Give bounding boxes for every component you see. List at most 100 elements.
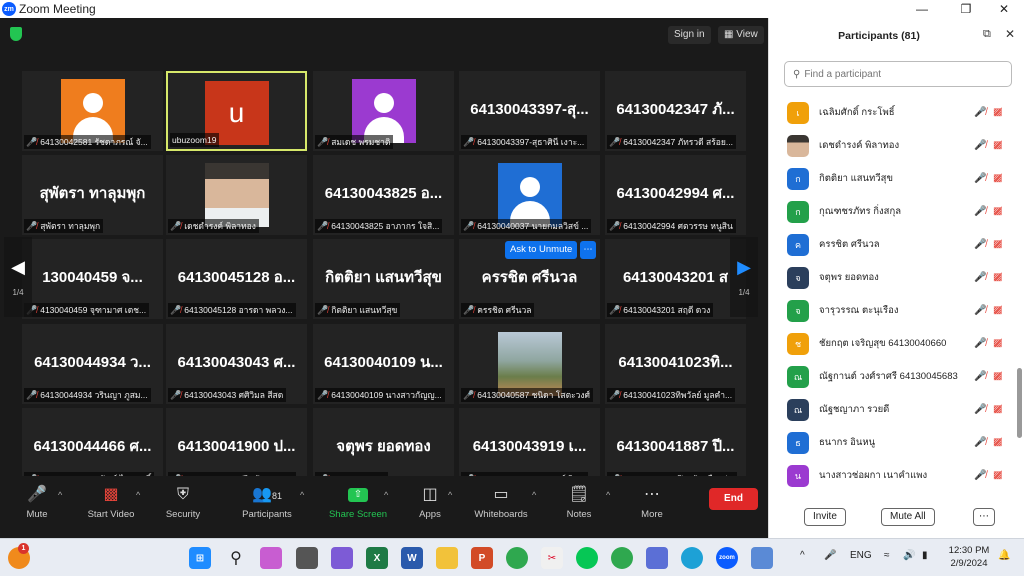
- maximize-button[interactable]: ❐: [948, 0, 984, 18]
- battery-icon[interactable]: ▮: [922, 550, 928, 561]
- video-off-icon[interactable]: ▩̸: [993, 140, 1002, 151]
- muted-mic-icon[interactable]: 🎤̸: [974, 173, 986, 184]
- encryption-shield-icon[interactable]: [10, 27, 22, 41]
- video-tile[interactable]: กิตติยา แสนทวีสุข 🎤̸ กิตติยา แสนทวีสุข: [313, 239, 454, 319]
- end-meeting-button[interactable]: End: [709, 488, 758, 510]
- muted-mic-icon[interactable]: 🎤̸: [974, 437, 986, 448]
- video-off-icon[interactable]: ▩̸: [993, 404, 1002, 415]
- muted-mic-icon[interactable]: 🎤̸: [974, 470, 986, 481]
- weather-icon[interactable]: 1: [8, 543, 30, 569]
- language-indicator[interactable]: ENG: [850, 550, 872, 561]
- participant-row[interactable]: ช ชัยกฤต เจริญสุข 64130040660 🎤̸ ▩̸: [769, 327, 1017, 360]
- whiteboard-options-caret[interactable]: ^: [532, 490, 536, 500]
- ask-to-unmute-button[interactable]: Ask to Unmute: [505, 241, 578, 259]
- video-off-icon[interactable]: ▩̸: [993, 371, 1002, 382]
- video-off-icon[interactable]: ▩̸: [993, 173, 1002, 184]
- invite-button[interactable]: Invite: [804, 508, 846, 526]
- participant-search-input[interactable]: [804, 68, 995, 80]
- video-tile[interactable]: 64130043397-สุ... 🎤̸ 64130043397-สุธาศินี …: [459, 71, 600, 151]
- file-explorer-icon[interactable]: [436, 547, 458, 569]
- participants-options-caret[interactable]: ^: [300, 490, 304, 500]
- video-tile[interactable]: 64130043201 ส 🎤̸ 64130043201 สฤดี ดวง: [605, 239, 746, 319]
- edge-icon[interactable]: [681, 547, 703, 569]
- participant-list-scrollbar[interactable]: [1017, 368, 1022, 438]
- video-tile[interactable]: 🎤̸ 64130040587 ชนิดา โสตะวงศ์: [459, 324, 600, 404]
- muted-mic-icon[interactable]: 🎤̸: [974, 404, 986, 415]
- video-tile[interactable]: 64130042347 ภั... 🎤̸ 64130042347 ภัทรวดี ส…: [605, 71, 746, 151]
- video-tile[interactable]: 64130045128 อ... 🎤̸ 64130045128 อารดา พลวง…: [166, 239, 307, 319]
- muted-mic-icon[interactable]: 🎤̸: [974, 107, 986, 118]
- taskbar-search-icon[interactable]: ⚲: [225, 547, 247, 569]
- apps-options-caret[interactable]: ^: [448, 490, 452, 500]
- more-button[interactable]: ⋯ More: [621, 484, 683, 520]
- participant-row[interactable]: จ จารุวรรณ ตะนุเรือง 🎤̸ ▩̸: [769, 294, 1017, 327]
- start-video-button[interactable]: ▩ Start Video: [80, 484, 142, 520]
- participant-search[interactable]: ⚲: [784, 61, 1012, 87]
- video-tile[interactable]: 🎤̸ สมเดช พรมชาติ: [313, 71, 454, 151]
- muted-mic-icon[interactable]: 🎤̸: [974, 305, 986, 316]
- video-off-icon[interactable]: ▩̸: [993, 107, 1002, 118]
- video-off-icon[interactable]: ▩̸: [993, 338, 1002, 349]
- extra-app-icon[interactable]: [751, 547, 773, 569]
- view-button[interactable]: ▦ View: [718, 26, 764, 44]
- video-tile[interactable]: 🎤̸ 64130042581 รัชดาภรณ์ จั...: [22, 71, 163, 151]
- video-off-icon[interactable]: ▩̸: [993, 470, 1002, 481]
- security-button[interactable]: ⛨ Security: [152, 484, 214, 520]
- volume-icon[interactable]: 🔊: [903, 550, 915, 561]
- muted-mic-icon[interactable]: 🎤̸: [974, 239, 986, 250]
- copilot-icon[interactable]: [260, 547, 282, 569]
- tray-overflow-icon[interactable]: ^: [800, 550, 805, 561]
- zoom-taskbar-icon[interactable]: zoom: [716, 547, 738, 569]
- chrome-profile-icon[interactable]: [611, 547, 633, 569]
- whiteboards-button[interactable]: ▭ Whiteboards: [470, 484, 532, 520]
- participant-row[interactable]: จ จตุพร ยอดทอง 🎤̸ ▩̸: [769, 261, 1017, 294]
- participant-row[interactable]: ณ ณัฐกานต์ วงศ์ราศรี 64130045683 🎤̸ ▩̸: [769, 360, 1017, 393]
- panel-more-button[interactable]: ⋯: [973, 508, 995, 526]
- video-tile[interactable]: 64130041023ทิ... 🎤̸ 64130041023ทิพวัลย์ มู…: [605, 324, 746, 404]
- participant-row[interactable]: ก กุณฑชรภัทร กิ่งสกุล 🎤̸ ▩̸: [769, 195, 1017, 228]
- calendar-app-icon[interactable]: [646, 547, 668, 569]
- muted-mic-icon[interactable]: 🎤̸: [974, 371, 986, 382]
- participant-row[interactable]: ค ครรชิต ศรีนวล 🎤̸ ▩̸: [769, 228, 1017, 261]
- video-options-caret[interactable]: ^: [136, 490, 140, 500]
- participants-button[interactable]: 👥81 Participants: [236, 484, 298, 520]
- video-tile[interactable]: 🎤̸ 64130040037 นายกมลวิสข์ ...: [459, 155, 600, 235]
- video-off-icon[interactable]: ▩̸: [993, 272, 1002, 283]
- line-icon[interactable]: [576, 547, 598, 569]
- popout-icon[interactable]: ⧉: [983, 28, 991, 41]
- start-menu-icon[interactable]: ⊞: [189, 547, 211, 569]
- video-tile[interactable]: 130040459 จ... 🎤̸4130040459 จุฑามาศ เดช..…: [22, 239, 163, 319]
- video-tile[interactable]: สุพัตรา ทาลุมพุก 🎤̸ สุพัตรา ทาลุมพุก: [22, 155, 163, 235]
- chat-icon[interactable]: [331, 547, 353, 569]
- close-panel-icon[interactable]: ✕: [1005, 27, 1015, 41]
- taskbar-clock[interactable]: 12:30 PM 2/9/2024: [944, 544, 994, 570]
- prev-page-button[interactable]: ◀ 1/4: [4, 237, 32, 317]
- participant-row[interactable]: ณ ณัฐชญาภา รวยดี 🎤̸ ▩̸: [769, 393, 1017, 426]
- video-tile[interactable]: 64130042994 ศ... 🎤̸ 64130042994 ศตวรรษ หนู…: [605, 155, 746, 235]
- audio-options-caret[interactable]: ^: [58, 490, 62, 500]
- tray-microphone-icon[interactable]: 🎤: [824, 550, 836, 561]
- snipping-tool-icon[interactable]: ✂: [541, 547, 563, 569]
- participant-row[interactable]: เดชดำรงค์ พิลาทอง 🎤̸ ▩̸: [769, 129, 1017, 162]
- next-page-button[interactable]: ▶ 1/4: [730, 237, 758, 317]
- video-off-icon[interactable]: ▩̸: [993, 437, 1002, 448]
- muted-mic-icon[interactable]: 🎤̸: [974, 272, 986, 283]
- close-window-button[interactable]: ✕: [986, 0, 1022, 18]
- notes-options-caret[interactable]: ^: [606, 490, 610, 500]
- notes-button[interactable]: 🗒 Notes: [548, 484, 610, 520]
- video-off-icon[interactable]: ▩̸: [993, 305, 1002, 316]
- video-tile[interactable]: 64130043043 ศ... 🎤̸ 64130043043 ศศิวิมล สี…: [166, 324, 307, 404]
- muted-mic-icon[interactable]: 🎤̸: [974, 206, 986, 217]
- participant-row[interactable]: ก กิตติยา แสนทวีสุข 🎤̸ ▩̸: [769, 162, 1017, 195]
- participant-row[interactable]: ธ ธนากร อินหนู 🎤̸ ▩̸: [769, 426, 1017, 459]
- participant-row[interactable]: น นางสาวช่อผกา เนาคำแพง 🎤̸ ▩̸: [769, 459, 1017, 491]
- video-tile[interactable]: u ubuzoom19: [166, 71, 307, 151]
- powerpoint-icon[interactable]: P: [471, 547, 493, 569]
- word-icon[interactable]: W: [401, 547, 423, 569]
- minimize-button[interactable]: —: [904, 0, 940, 18]
- sign-in-button[interactable]: Sign in: [668, 26, 711, 44]
- muted-mic-icon[interactable]: 🎤̸: [974, 338, 986, 349]
- video-tile[interactable]: 64130040109 น... 🎤̸ 64130040109 นางสาวกัญญ…: [313, 324, 454, 404]
- muted-mic-icon[interactable]: 🎤̸: [974, 140, 986, 151]
- video-tile[interactable]: 64130044934 ว... 🎤̸ 64130044934 วรินญา ภูส…: [22, 324, 163, 404]
